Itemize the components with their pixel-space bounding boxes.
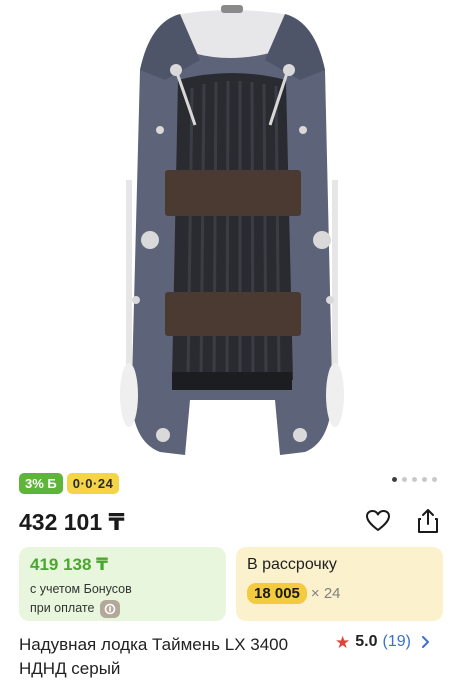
bonus-coin-icon <box>100 599 121 618</box>
share-icon <box>418 509 438 533</box>
gallery-dot[interactable] <box>412 477 417 482</box>
gallery-dot[interactable] <box>432 477 437 482</box>
gallery-dot[interactable] <box>392 477 397 482</box>
bonus-subtitle: с учетом Бонусов при оплате <box>30 580 215 618</box>
bonus-badge: 3% Б <box>19 473 63 494</box>
promo-badges: 3% Б 0·0·24 <box>19 473 120 494</box>
product-image-gallery[interactable] <box>0 0 463 468</box>
favorite-button[interactable] <box>363 506 393 536</box>
bonus-line-2: при оплате <box>30 601 95 615</box>
product-title: Надувная лодка Таймень LX 3400 НДНД серы… <box>19 635 289 678</box>
rating-count[interactable]: (19) <box>383 633 411 651</box>
gallery-dot[interactable] <box>402 477 407 482</box>
heart-icon <box>366 510 390 531</box>
share-button[interactable] <box>413 506 443 536</box>
gallery-dot[interactable] <box>422 477 427 482</box>
bonus-price: 419 138 ₸ <box>30 555 109 574</box>
bonus-price-card[interactable]: 419 138 ₸ с учетом Бонусов при оплате <box>19 547 226 621</box>
gallery-pagination[interactable] <box>392 477 437 482</box>
installment-badge: 0·0·24 <box>66 473 120 494</box>
bonus-line-1: с учетом Бонусов <box>30 582 132 596</box>
product-photo <box>120 5 344 455</box>
installment-title: В рассрочку <box>247 556 337 573</box>
installment-card[interactable]: В рассрочку 18 005 × 24 <box>236 547 443 621</box>
product-rating[interactable]: ★ 5.0 (19) <box>335 633 430 651</box>
star-icon: ★ <box>335 632 351 652</box>
installment-amount: 18 005 <box>247 583 307 604</box>
installment-multiplier: × 24 <box>310 585 341 602</box>
rating-value: 5.0 <box>355 633 378 650</box>
chevron-right-icon <box>421 636 429 648</box>
product-price: 432 101 ₸ <box>19 509 125 535</box>
